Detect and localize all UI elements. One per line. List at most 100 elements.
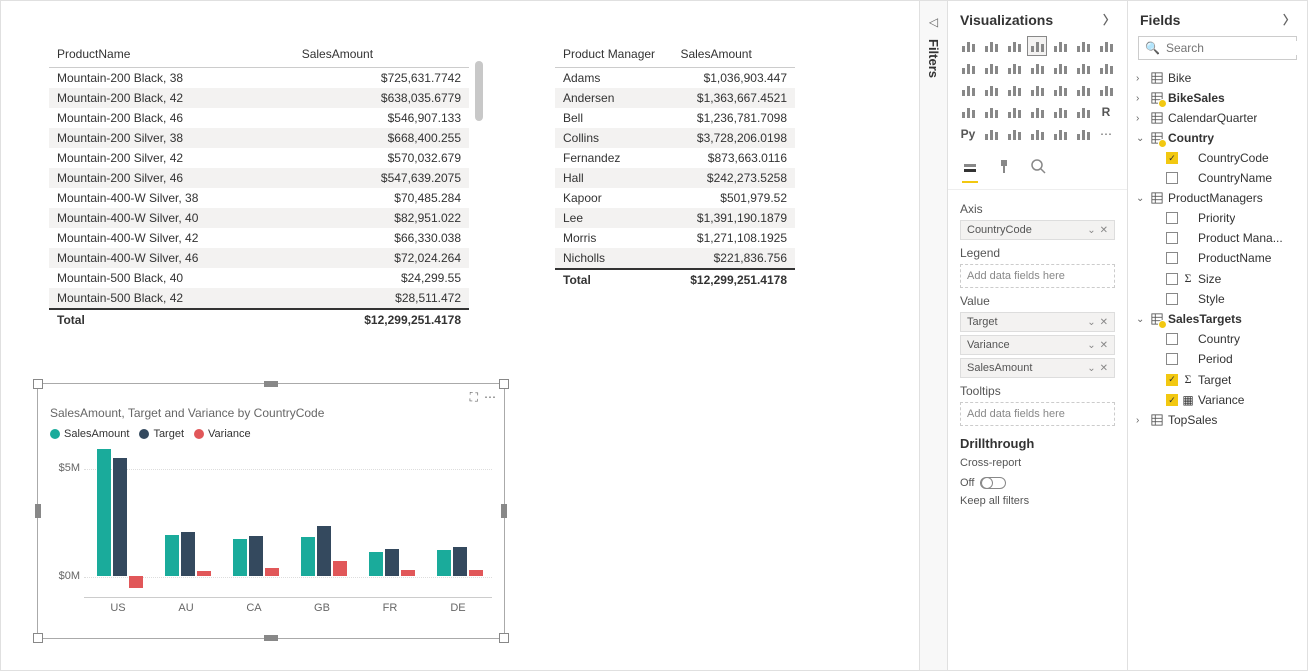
table-row[interactable]: Fernandez$873,663.0116	[555, 148, 795, 168]
field-checkbox[interactable]	[1166, 212, 1178, 224]
bar[interactable]	[453, 547, 467, 576]
resize-handle[interactable]	[264, 635, 278, 641]
table-row[interactable]: Mountain-200 Silver, 42$570,032.679	[49, 148, 469, 168]
table-row[interactable]: Collins$3,728,206.0198	[555, 128, 795, 148]
chevron-icon[interactable]: ⌄	[1136, 193, 1146, 204]
table-row[interactable]: Morris$1,271,108.1925	[555, 228, 795, 248]
bar[interactable]	[249, 536, 263, 576]
viz-type-stacked-area[interactable]	[981, 58, 1001, 78]
resize-handle[interactable]	[264, 381, 278, 387]
chevron-icon[interactable]: ›	[1136, 93, 1146, 104]
viz-type-filled-map[interactable]	[1050, 80, 1070, 100]
field-item[interactable]: Product Mana...	[1134, 228, 1301, 248]
viz-type-scatter[interactable]	[1096, 58, 1116, 78]
more-options-icon[interactable]: ⋯	[484, 390, 496, 405]
bar[interactable]	[265, 568, 279, 576]
viz-type-qa[interactable]	[1027, 124, 1047, 144]
field-item[interactable]: ProductName	[1134, 248, 1301, 268]
resize-handle[interactable]	[33, 633, 43, 643]
bar-group[interactable]	[160, 447, 216, 597]
bar[interactable]	[301, 537, 315, 576]
report-canvas[interactable]: ProductName SalesAmount Mountain-200 Bla…	[1, 1, 919, 670]
col-header[interactable]: Product Manager	[555, 41, 672, 68]
viz-type-stacked-bar-100[interactable]	[1050, 36, 1070, 56]
field-table-topsales[interactable]: ›TopSales	[1134, 410, 1301, 430]
field-checkbox[interactable]	[1166, 232, 1178, 244]
field-checkbox[interactable]	[1166, 333, 1178, 345]
viz-type-area[interactable]	[958, 58, 978, 78]
col-header[interactable]: SalesAmount	[672, 41, 795, 68]
viz-type-line-stacked[interactable]	[1027, 58, 1047, 78]
viz-type-map[interactable]	[1027, 80, 1047, 100]
chevron-down-icon[interactable]: ⌄	[1087, 340, 1095, 351]
viz-type-funnel[interactable]	[1073, 80, 1093, 100]
table-row[interactable]: Lee$1,391,190.1879	[555, 208, 795, 228]
table-row[interactable]: Mountain-400-W Silver, 40$82,951.022	[49, 208, 469, 228]
bar[interactable]	[113, 458, 127, 576]
tab-format[interactable]	[996, 158, 1012, 183]
field-item[interactable]: ✓CountryCode	[1134, 148, 1301, 168]
table-row[interactable]: Mountain-400-W Silver, 38$70,485.284	[49, 188, 469, 208]
table-row[interactable]: Mountain-400-W Silver, 42$66,330.038	[49, 228, 469, 248]
viz-type-slicer[interactable]	[1027, 102, 1047, 122]
collapse-pane-icon[interactable]: 〉	[1103, 11, 1115, 28]
field-checkbox[interactable]	[1166, 172, 1178, 184]
chevron-down-icon[interactable]: ⌄	[1087, 363, 1095, 374]
field-pill[interactable]: CountryCode⌄✕	[960, 220, 1115, 240]
table-row[interactable]: Mountain-200 Black, 38$725,631.7742	[49, 68, 469, 89]
chevron-icon[interactable]: ⌄	[1136, 314, 1146, 325]
bar-group[interactable]	[228, 447, 284, 597]
viz-type-matrix[interactable]	[1073, 102, 1093, 122]
bar-group[interactable]	[432, 447, 488, 597]
chevron-icon[interactable]: ›	[1136, 113, 1146, 124]
viz-type-treemap[interactable]	[1004, 80, 1024, 100]
bar-group[interactable]	[92, 447, 148, 597]
table-visual-managers[interactable]: Product Manager SalesAmount Adams$1,036,…	[555, 41, 795, 290]
field-checkbox[interactable]	[1166, 252, 1178, 264]
bar[interactable]	[369, 552, 383, 576]
field-table-calendarquarter[interactable]: ›CalendarQuarter	[1134, 108, 1301, 128]
chart-legend[interactable]: SalesAmountTargetVariance	[38, 424, 504, 448]
expand-filters-icon[interactable]: ◁	[929, 15, 938, 29]
bar[interactable]	[165, 535, 179, 576]
field-pill[interactable]: SalesAmount⌄✕	[960, 358, 1115, 378]
resize-handle[interactable]	[33, 379, 43, 389]
viz-type-powerapps[interactable]	[1073, 124, 1093, 144]
bar-group[interactable]	[364, 447, 420, 597]
search-input[interactable]	[1166, 41, 1307, 55]
cross-report-toggle[interactable]: Off	[960, 477, 1006, 489]
viz-type-stacked-column[interactable]	[1004, 36, 1024, 56]
field-item[interactable]: ✓ΣTarget	[1134, 369, 1301, 390]
viz-type-clustered-bar[interactable]	[981, 36, 1001, 56]
viz-type-multi-card[interactable]	[981, 102, 1001, 122]
viz-type-r-visual[interactable]: R	[1096, 102, 1116, 122]
field-table-productmanagers[interactable]: ⌄ProductManagers	[1134, 188, 1301, 208]
bar-group[interactable]	[296, 447, 352, 597]
viz-type-decomp-tree[interactable]	[1004, 124, 1024, 144]
bar[interactable]	[181, 532, 195, 576]
scrollbar-thumb[interactable]	[475, 61, 483, 121]
bar[interactable]	[317, 526, 331, 575]
legend-item[interactable]: Variance	[194, 428, 251, 440]
table-row[interactable]: Bell$1,236,781.7098	[555, 108, 795, 128]
scrollbar[interactable]	[475, 61, 483, 301]
viz-type-ribbon[interactable]	[1050, 58, 1070, 78]
viz-type-key-influencers[interactable]	[981, 124, 1001, 144]
fields-search[interactable]: 🔍	[1138, 36, 1297, 60]
col-header[interactable]: SalesAmount	[294, 41, 469, 68]
remove-field-icon[interactable]: ✕	[1100, 225, 1108, 236]
viz-type-line-clustered[interactable]	[1004, 58, 1024, 78]
focus-mode-icon[interactable]: ⛶	[470, 390, 478, 405]
field-item[interactable]: Style	[1134, 289, 1301, 309]
well-tooltips-dropzone[interactable]: Add data fields here	[960, 402, 1115, 426]
field-checkbox[interactable]	[1166, 353, 1178, 365]
field-checkbox[interactable]: ✓	[1166, 152, 1178, 164]
bar[interactable]	[401, 570, 415, 575]
well-legend-dropzone[interactable]: Add data fields here	[960, 264, 1115, 288]
field-table-bike[interactable]: ›Bike	[1134, 68, 1301, 88]
chevron-icon[interactable]: ›	[1136, 415, 1146, 426]
viz-type-donut[interactable]	[981, 80, 1001, 100]
table-row[interactable]: Mountain-500 Black, 42$28,511.472	[49, 288, 469, 309]
resize-handle[interactable]	[499, 379, 509, 389]
table-row[interactable]: Mountain-200 Black, 42$638,035.6779	[49, 88, 469, 108]
